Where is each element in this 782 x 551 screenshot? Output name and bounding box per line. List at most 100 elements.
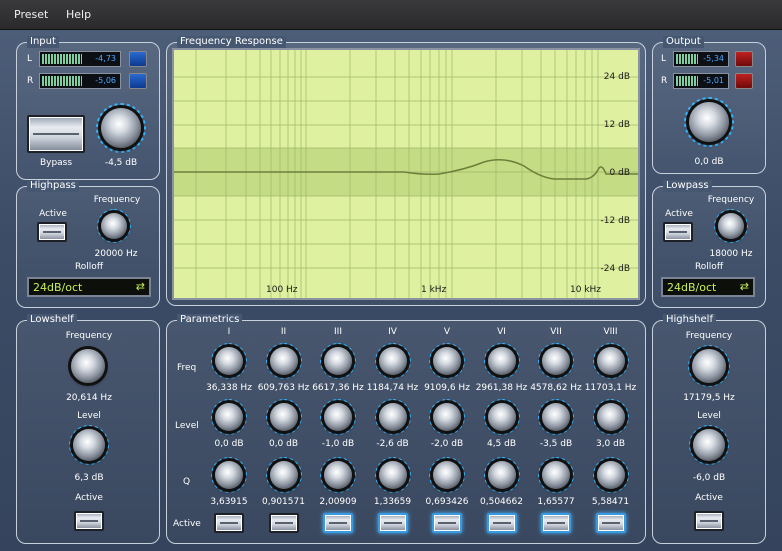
band-q-value: 0,504662 (480, 497, 523, 507)
input-l-value: -4,73 (95, 54, 116, 63)
band-level-knob[interactable] (542, 403, 570, 431)
band-level-knob[interactable] (215, 403, 243, 431)
band-level-knob[interactable] (269, 403, 298, 431)
highpass-frequency-label: Frequency (93, 195, 141, 205)
input-gain-value: -4,5 dB (104, 158, 138, 168)
menu-help[interactable]: Help (66, 8, 91, 21)
band-name: I (227, 327, 231, 337)
band-active-button[interactable] (595, 513, 626, 533)
output-r-clip-indicator[interactable] (735, 73, 753, 89)
frequency-response-svg (174, 50, 638, 298)
lowpass-active-button[interactable] (663, 222, 693, 242)
lowshelf-level-knob[interactable] (73, 429, 105, 461)
highshelf-active-button[interactable] (694, 511, 724, 531)
band-active-button[interactable] (377, 513, 408, 533)
output-gain-knob[interactable] (689, 102, 729, 142)
band-freq-knob[interactable] (433, 347, 461, 375)
lowpass-title: Lowpass (663, 180, 712, 192)
band-q-knob[interactable] (596, 461, 625, 489)
band-freq-knob[interactable] (378, 347, 407, 375)
highshelf-panel: Highshelf Frequency 17179,5 Hz Level -6,… (652, 314, 766, 544)
band-freq-knob[interactable] (324, 347, 352, 375)
lowpass-frequency-value: 18000 Hz (709, 249, 753, 259)
highshelf-active-label: Active (695, 493, 723, 503)
frequency-response-graph[interactable]: 24 dB 12 dB 0 dB -12 dB -24 dB 100 Hz 1 … (172, 48, 640, 300)
input-r-value: -5,06 (95, 76, 116, 85)
band-level-knob[interactable] (324, 403, 352, 431)
band-freq-knob[interactable] (542, 347, 570, 375)
band-name: VI (497, 327, 506, 337)
band-q-knob[interactable] (487, 461, 516, 489)
band-active-button[interactable] (486, 513, 517, 533)
band-active-button[interactable] (323, 513, 353, 533)
band-q-knob[interactable] (542, 461, 570, 489)
swap-arrows-icon: ⇄ (135, 280, 145, 293)
lowshelf-active-button[interactable] (74, 511, 104, 531)
input-l-clip-indicator[interactable] (129, 51, 147, 67)
lowpass-rolloff-value: 24dB/oct (667, 281, 717, 294)
input-l-label: L (27, 54, 33, 64)
input-r-clip-indicator[interactable] (129, 73, 147, 89)
band-level-value: 0,0 dB (214, 439, 244, 449)
band-freq-knob[interactable] (215, 347, 243, 375)
db-label-12: 12 dB (603, 120, 630, 130)
highpass-frequency-knob[interactable] (101, 213, 127, 239)
band-q-knob[interactable] (433, 461, 461, 489)
band-q-value: 0,901571 (262, 497, 305, 507)
highpass-rolloff-label: Rolloff (74, 262, 104, 272)
band-q-value: 5,58471 (591, 497, 630, 507)
band-active-button[interactable] (268, 513, 299, 533)
band-name: VII (550, 327, 562, 337)
highshelf-frequency-value: 17179,5 Hz (683, 393, 735, 403)
parametrics-panel: Parametrics Freq Level Q Active I 36,338 … (166, 314, 646, 544)
lowshelf-frequency-knob[interactable] (71, 349, 105, 383)
highshelf-frequency-knob[interactable] (692, 349, 726, 383)
band-active-button[interactable] (432, 513, 462, 533)
band-freq-value: 1184,74 Hz (366, 383, 419, 393)
band-freq-value: 609,763 Hz (257, 383, 310, 393)
output-title: Output (663, 36, 704, 48)
output-l-clip-indicator[interactable] (735, 51, 753, 67)
menu-preset[interactable]: Preset (14, 8, 48, 21)
band-level-value: 0,0 dB (268, 439, 299, 449)
band-active-button[interactable] (541, 513, 571, 533)
highpass-title: Highpass (27, 180, 79, 192)
band-q-knob[interactable] (324, 461, 352, 489)
lowpass-frequency-knob[interactable] (718, 213, 744, 239)
band-freq-value: 6617,36 Hz (312, 383, 364, 393)
band-level-knob[interactable] (487, 403, 516, 431)
band-freq-knob[interactable] (487, 347, 516, 375)
band-q-knob[interactable] (378, 461, 407, 489)
band-level-knob[interactable] (378, 403, 407, 431)
lowshelf-title: Lowshelf (27, 314, 77, 326)
band-freq-knob[interactable] (269, 347, 298, 375)
band-level-value: -2,6 dB (376, 439, 409, 449)
menu-bar: Preset Help (0, 0, 782, 30)
band-freq-value: 4578,62 Hz (530, 383, 582, 393)
lowpass-panel: Lowpass Active Frequency 18000 Hz Rollof… (652, 180, 766, 308)
lowpass-rolloff-select[interactable]: 24dB/oct ⇄ (661, 277, 755, 297)
input-l-meter: -4,73 (39, 51, 121, 67)
freq-label-10khz: 10 kHz (570, 285, 602, 295)
band-freq-knob[interactable] (596, 347, 625, 375)
lowshelf-level-value: 6,3 dB (74, 473, 104, 483)
output-gain-value: 0,0 dB (694, 157, 724, 167)
band-q-knob[interactable] (215, 461, 243, 489)
highpass-rolloff-select[interactable]: 24dB/oct ⇄ (27, 277, 151, 297)
band-level-knob[interactable] (433, 403, 461, 431)
band-level-knob[interactable] (596, 403, 625, 431)
highshelf-level-knob[interactable] (693, 429, 725, 461)
band-active-button[interactable] (214, 513, 244, 533)
input-title: Input (27, 36, 59, 48)
lowpass-rolloff-label: Rolloff (694, 262, 724, 272)
db-label-0: 0 dB (609, 168, 630, 178)
lowshelf-level-label: Level (77, 411, 101, 421)
input-gain-knob[interactable] (101, 108, 141, 148)
band-q-value: 1,65577 (537, 497, 575, 507)
bypass-button[interactable] (27, 115, 85, 153)
band-q-knob[interactable] (269, 461, 298, 489)
highpass-rolloff-value: 24dB/oct (33, 281, 83, 294)
highshelf-level-label: Level (697, 411, 721, 421)
row-label-freq: Freq (177, 363, 197, 373)
highpass-active-button[interactable] (37, 222, 67, 242)
